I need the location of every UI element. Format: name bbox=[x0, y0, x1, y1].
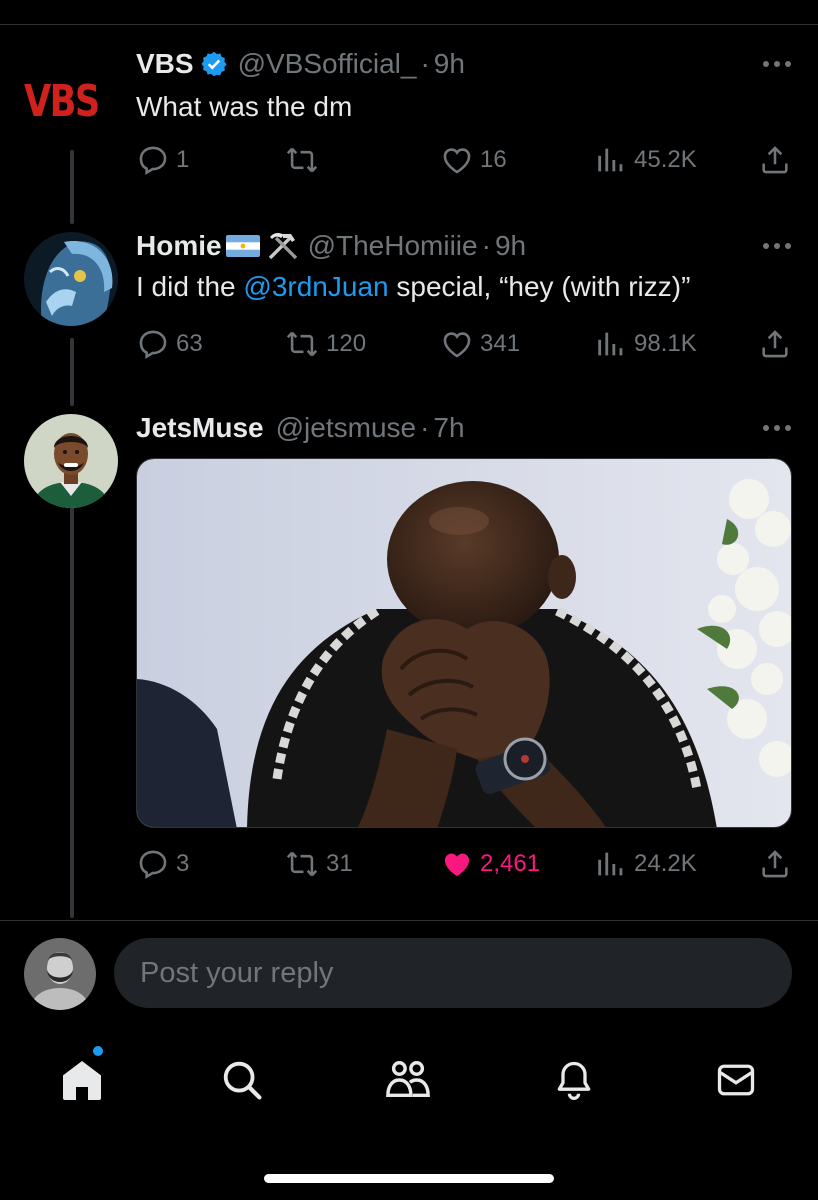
home-icon[interactable] bbox=[52, 1050, 112, 1110]
heart-filled-icon bbox=[444, 853, 470, 877]
share-button[interactable] bbox=[758, 842, 792, 886]
reply-count: 63 bbox=[176, 330, 203, 357]
reply-icon bbox=[139, 330, 167, 360]
tweet-actions: 1 16 45.2K bbox=[136, 138, 792, 182]
reply-divider bbox=[0, 920, 818, 921]
like-count: 16 bbox=[480, 146, 507, 173]
share-button[interactable] bbox=[758, 322, 792, 366]
reply-count: 1 bbox=[176, 146, 190, 173]
avatar-homie[interactable] bbox=[24, 232, 118, 326]
share-icon bbox=[762, 330, 788, 358]
display-name[interactable]: VBS bbox=[136, 48, 194, 80]
reply-count: 3 bbox=[176, 850, 190, 877]
tweet-header: VBS @VBSofficial_ · 9h bbox=[136, 44, 792, 84]
messages-icon[interactable] bbox=[706, 1050, 766, 1110]
like-count: 2,461 bbox=[480, 850, 541, 877]
display-name[interactable]: JetsMuse bbox=[136, 412, 264, 444]
tweet-text-before: I did the bbox=[136, 271, 244, 302]
like-button[interactable]: 16 bbox=[440, 138, 507, 182]
communities-icon[interactable] bbox=[378, 1050, 438, 1110]
thread-line bbox=[70, 150, 74, 224]
reply-input[interactable]: Post your reply bbox=[114, 938, 792, 1008]
like-button[interactable]: 2,461 bbox=[440, 842, 540, 886]
heart-icon bbox=[443, 148, 471, 174]
repost-count: 120 bbox=[326, 330, 367, 357]
tweet-text: What was the dm bbox=[136, 88, 792, 126]
share-icon bbox=[762, 146, 788, 174]
more-options-icon[interactable] bbox=[752, 232, 792, 260]
like-button[interactable]: 341 bbox=[440, 322, 520, 366]
vbs-logo: VBS bbox=[24, 75, 100, 127]
home-indicator[interactable] bbox=[264, 1174, 554, 1183]
tweet-header: JetsMuse @jetsmuse · 7h bbox=[136, 408, 792, 448]
handle[interactable]: @TheHomiiie bbox=[308, 230, 478, 262]
search-icon[interactable] bbox=[212, 1050, 272, 1110]
share-button[interactable] bbox=[758, 138, 792, 182]
thread-line bbox=[70, 338, 74, 406]
repost-button[interactable]: 31 bbox=[284, 842, 353, 886]
hammer-pick-icon bbox=[266, 230, 300, 262]
reply-icon bbox=[139, 146, 167, 176]
reply-button[interactable]: 1 bbox=[136, 138, 189, 182]
mention-link[interactable]: @3rdnJuan bbox=[243, 271, 388, 302]
repost-button[interactable]: 120 bbox=[284, 322, 366, 366]
home-unread-indicator bbox=[93, 1046, 103, 1056]
tweet-actions: 3 31 2,461 24.2K bbox=[136, 842, 792, 886]
tweet-text-part: What was the dm bbox=[136, 91, 353, 122]
heart-icon bbox=[443, 332, 471, 358]
display-name[interactable]: Homie bbox=[136, 230, 222, 262]
views-icon bbox=[598, 852, 623, 876]
views-icon bbox=[598, 332, 623, 356]
thread-line bbox=[70, 506, 74, 918]
reply-placeholder: Post your reply bbox=[140, 956, 334, 989]
like-count: 341 bbox=[480, 330, 521, 357]
reply-icon bbox=[139, 850, 167, 880]
share-icon bbox=[762, 850, 788, 878]
timestamp[interactable]: 7h bbox=[433, 412, 464, 444]
notifications-icon[interactable] bbox=[544, 1050, 604, 1110]
repost-button[interactable] bbox=[284, 138, 326, 182]
views-button[interactable]: 24.2K bbox=[594, 842, 697, 886]
avatar-jetsmuse[interactable] bbox=[24, 414, 118, 508]
timestamp[interactable]: 9h bbox=[495, 230, 526, 262]
repost-icon bbox=[286, 851, 318, 877]
timestamp[interactable]: 9h bbox=[434, 48, 465, 80]
views-button[interactable]: 98.1K bbox=[594, 322, 697, 366]
bottom-tab-bar bbox=[0, 1040, 818, 1120]
verified-badge-icon bbox=[200, 50, 228, 78]
tweet-text-after: special, “hey (with rizz)” bbox=[388, 271, 691, 302]
views-count: 45.2K bbox=[634, 146, 697, 173]
argentina-flag-icon bbox=[225, 235, 260, 257]
tweet-actions: 63 120 341 98.1K bbox=[136, 322, 792, 366]
reply-button[interactable]: 63 bbox=[136, 322, 203, 366]
tweet-header: Homie @TheHomiiie · 9h bbox=[136, 226, 792, 266]
views-count: 24.2K bbox=[634, 850, 697, 877]
repost-icon bbox=[286, 331, 318, 357]
repost-icon bbox=[286, 147, 318, 173]
tweet-media-image[interactable] bbox=[136, 458, 792, 828]
views-icon bbox=[598, 148, 623, 172]
more-options-icon[interactable] bbox=[752, 414, 792, 442]
separator-dot: · bbox=[420, 48, 430, 79]
separator-dot: · bbox=[420, 412, 430, 443]
top-divider bbox=[0, 24, 818, 25]
handle[interactable]: @VBSofficial_ bbox=[238, 48, 417, 80]
tweet-text: I did the @3rdnJuan special, “hey (with … bbox=[136, 268, 792, 306]
separator-dot: · bbox=[481, 230, 491, 261]
more-options-icon[interactable] bbox=[752, 50, 792, 78]
avatar-current-user[interactable] bbox=[24, 938, 96, 1010]
views-count: 98.1K bbox=[634, 330, 697, 357]
handle[interactable]: @jetsmuse bbox=[276, 412, 416, 444]
views-button[interactable]: 45.2K bbox=[594, 138, 697, 182]
avatar-vbs[interactable]: VBS bbox=[24, 75, 134, 127]
reply-button[interactable]: 3 bbox=[136, 842, 189, 886]
repost-count: 31 bbox=[326, 850, 353, 877]
